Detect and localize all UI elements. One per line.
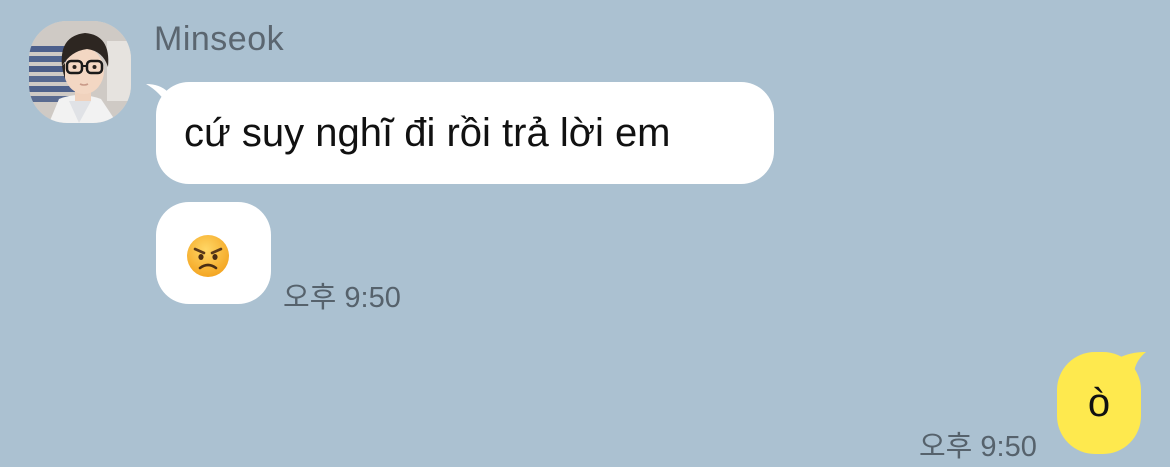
incoming-timestamp: 오후 9:50 [283,282,401,314]
incoming-emoji-bubble[interactable] [156,202,271,304]
incoming-message-bubble[interactable]: cứ suy nghĩ đi rồi trả lời em [156,82,774,184]
chat-view: Minseok cứ suy nghĩ đi rồi trả lời em 오후 [0,0,1170,467]
angry-face-icon [187,235,229,277]
outgoing-message-text: ò [1087,381,1111,425]
avatar[interactable] [29,21,131,123]
incoming-message-text: cứ suy nghĩ đi rồi trả lời em [184,111,671,155]
profile-photo [29,21,131,123]
outgoing-timestamp: 오후 9:50 [919,431,1037,463]
outgoing-message-bubble[interactable]: ò [1057,352,1141,454]
sender-name: Minseok [154,20,285,58]
